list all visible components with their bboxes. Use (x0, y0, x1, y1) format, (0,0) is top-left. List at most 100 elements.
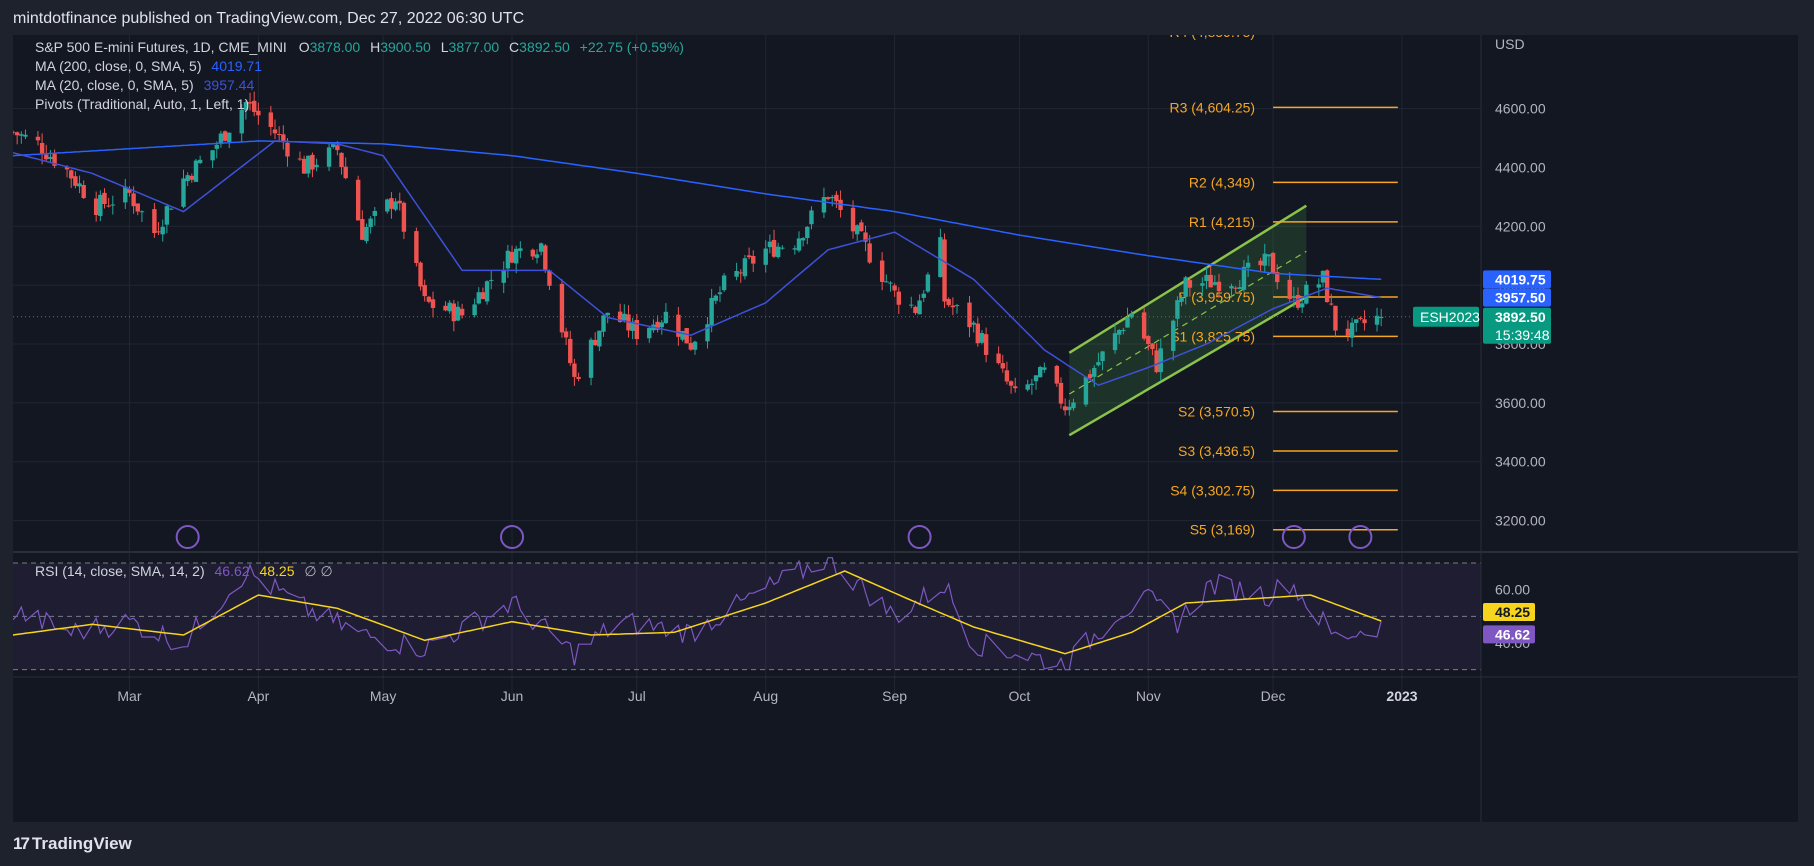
candle-body (605, 312, 610, 316)
candle-body (459, 308, 465, 316)
candle-body (1004, 370, 1010, 382)
candle-body (239, 109, 244, 134)
candle-body (684, 328, 689, 344)
legend-ma200-label: MA (200, close, 0, SMA, 5) (35, 58, 202, 74)
legend-low-label: L (440, 39, 449, 55)
legend-pivots-row[interactable]: Pivots (Traditional, Auto, 1, Left, 1) (35, 96, 249, 112)
candle-body (214, 144, 219, 149)
candle-body (222, 131, 228, 141)
candle-body (954, 305, 960, 307)
candle-body (1121, 329, 1126, 331)
candle-body (867, 243, 872, 263)
legend-ma200-row[interactable]: MA (200, close, 0, SMA, 5) 4019.71 (35, 58, 262, 74)
candle-body (1025, 384, 1030, 390)
candle-body (426, 296, 432, 302)
candle-body (576, 376, 581, 379)
candle-body (23, 134, 28, 137)
candle-body (1171, 320, 1176, 351)
legend-ma20-row[interactable]: MA (20, close, 0, SMA, 5) 3957.44 (35, 77, 254, 93)
candle-body (1345, 328, 1351, 336)
rsi-tick-label: 60.00 (1495, 582, 1530, 598)
time-tick-label: Nov (1136, 688, 1161, 704)
candle-body (326, 147, 332, 167)
candle-body (44, 154, 49, 160)
candle-body (227, 132, 232, 142)
time-tick-label: May (370, 688, 396, 704)
pivot-label: S1 (3,825.75) (1170, 328, 1255, 344)
legend-ma20-value: 3957.44 (203, 77, 255, 93)
candle-body (276, 133, 282, 135)
candle-body (447, 302, 452, 312)
legend-symbol-row: S&P 500 E-mini Futures, 1D, CME_MINI O38… (35, 39, 684, 55)
candle-body (1083, 376, 1089, 405)
candle-body (1316, 284, 1322, 288)
candle-body (780, 247, 785, 249)
chart-canvas[interactable]: USD3200.003400.003600.003800.004000.0042… (13, 35, 1798, 822)
candle-body (767, 241, 773, 248)
candle-body (1183, 277, 1188, 297)
candle-body (297, 158, 303, 160)
candle-body (763, 248, 768, 265)
candle-body (1067, 406, 1072, 411)
candle-body (385, 199, 390, 212)
candle-body (197, 159, 203, 164)
legend-low: 3877.00 (448, 39, 500, 55)
legend-rsi-extra: ∅ ∅ (304, 563, 333, 579)
candle-body (168, 208, 174, 210)
candle-body (484, 281, 490, 302)
candle-body (268, 112, 274, 127)
candle-body (1071, 402, 1076, 409)
candle-body (518, 248, 523, 251)
candle-body (272, 129, 278, 134)
candle-body (509, 251, 515, 263)
candle-body (181, 178, 186, 207)
candle-body (543, 245, 548, 270)
price-badge-label: 3957.50 (1495, 290, 1546, 306)
candle-body (1291, 296, 1297, 298)
candle-body (775, 246, 781, 258)
legend-rsi-row[interactable]: RSI (14, close, SMA, 14, 2) 46.62 48.25 … (35, 563, 333, 580)
candle-body (588, 339, 594, 378)
candle-body (343, 166, 348, 179)
candle-body (1042, 367, 1047, 370)
candle-body (825, 197, 831, 200)
symbol-badge-label: ESH2023 (1420, 309, 1480, 325)
candle-body (77, 183, 82, 187)
candle-body (563, 331, 569, 338)
candle-body (534, 254, 540, 258)
pivot-label: R4 (4,859.75) (1169, 35, 1255, 40)
candle-body (688, 342, 694, 350)
candle-body (339, 152, 344, 167)
candle-body (19, 134, 24, 136)
candle-body (1087, 374, 1093, 379)
candle-body (1062, 406, 1068, 411)
candle-body (834, 194, 839, 202)
currency-label: USD (1495, 36, 1525, 52)
candle-body (106, 205, 111, 207)
candle-body (414, 231, 419, 264)
candle-body (256, 110, 261, 116)
tradingview-logo-icon: 17 (13, 834, 30, 853)
candle-body (746, 255, 752, 258)
candle-body (859, 222, 864, 232)
candle-body (93, 198, 99, 216)
pivot-label: S5 (3,169) (1190, 522, 1255, 538)
candle-body (647, 327, 652, 339)
pivot-label: R1 (4,215) (1189, 214, 1255, 230)
candle-body (1058, 382, 1064, 404)
tradingview-logo[interactable]: 17 TradingView (13, 834, 132, 854)
candle-body (809, 210, 814, 225)
candle-body (73, 176, 78, 186)
candle-body (692, 341, 698, 350)
candle-body (796, 238, 802, 251)
candle-body (1125, 317, 1130, 328)
candle-body (601, 315, 606, 332)
candle-body (950, 305, 956, 308)
candle-body (996, 353, 1001, 364)
candle-body (938, 237, 943, 277)
candle-body (368, 218, 373, 228)
pivot-label: S2 (3,570.5) (1178, 404, 1255, 420)
chart-area[interactable]: USD3200.003400.003600.003800.004000.0042… (13, 35, 1798, 822)
candle-body (979, 333, 985, 343)
candle-body (1362, 319, 1367, 324)
